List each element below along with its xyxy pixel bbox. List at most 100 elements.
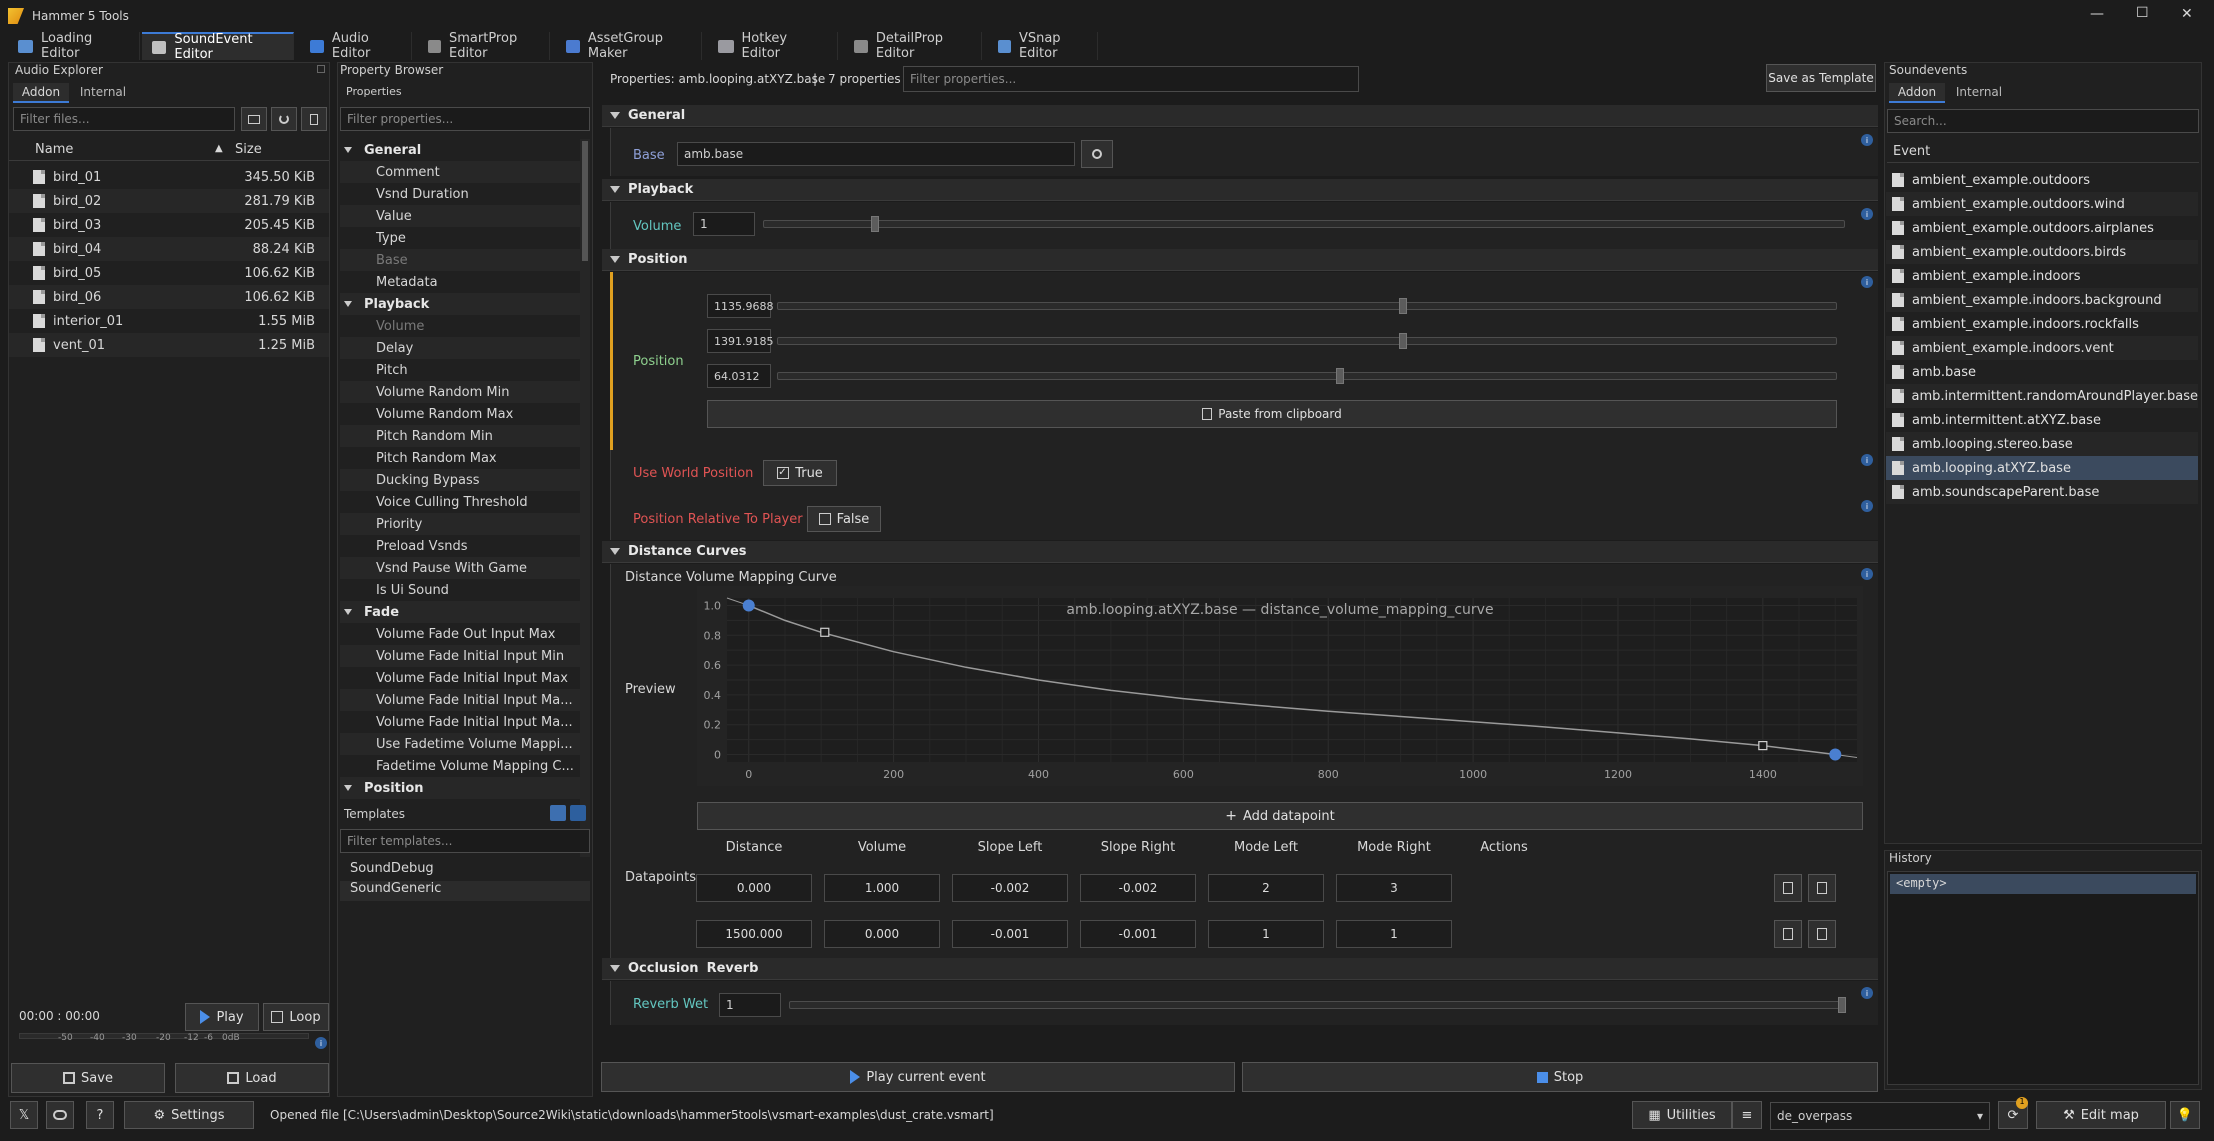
file-row[interactable]: vent_01 1.25 MiB [9, 333, 329, 357]
file-row[interactable]: bird_05 106.62 KiB [9, 261, 329, 285]
event-row[interactable]: amb.looping.atXYZ.base [1886, 456, 2198, 480]
template-item[interactable]: SoundGeneric [340, 881, 590, 901]
tab-hotkey-editor[interactable]: Hotkey Editor [708, 31, 838, 61]
info-icon[interactable]: i [1861, 568, 1873, 580]
position-x-input[interactable]: 1135.9688 [707, 294, 774, 318]
event-row[interactable]: ambient_example.indoors [1886, 264, 2198, 288]
slider-thumb[interactable] [1838, 997, 1846, 1013]
event-row[interactable]: amb.intermittent.randomAroundPlayer.base [1886, 384, 2198, 408]
file-row[interactable]: interior_01 1.55 MiB [9, 309, 329, 333]
event-row[interactable]: ambient_example.outdoors.birds [1886, 240, 2198, 264]
tab-detailprop-editor[interactable]: DetailProp Editor [844, 31, 982, 61]
datapoint-cell[interactable]: 1500.000 [696, 920, 812, 948]
tree-item[interactable]: Volume Fade Out Input Max [340, 623, 580, 645]
datapoint-cell[interactable]: -0.002 [952, 874, 1068, 902]
tab-audio-editor[interactable]: Audio Editor [300, 31, 412, 61]
filter-properties-input[interactable]: Filter properties... [903, 66, 1359, 92]
close-button[interactable]: ✕ [2181, 6, 2193, 22]
discord-button[interactable] [46, 1101, 74, 1129]
maximize-button[interactable]: ☐ [2136, 5, 2149, 21]
volume-slider[interactable] [763, 216, 1845, 232]
utilities-button[interactable]: ▦ Utilities [1632, 1101, 1732, 1129]
datapoint-cell[interactable]: 1.000 [824, 874, 940, 902]
reverb-input[interactable]: 1 [719, 993, 781, 1017]
event-row[interactable]: ambient_example.outdoors.wind [1886, 192, 2198, 216]
template-refresh-icon[interactable] [570, 805, 586, 821]
info-icon[interactable]: i [1861, 987, 1873, 999]
event-row[interactable]: amb.looping.stereo.base [1886, 432, 2198, 456]
event-row[interactable]: amb.base [1886, 360, 2198, 384]
relative-toggle[interactable]: False [807, 506, 881, 532]
position-z-slider[interactable] [777, 368, 1837, 384]
position-y-slider[interactable] [777, 333, 1837, 349]
tree-item[interactable]: Priority [340, 513, 580, 535]
section-distance-curves[interactable]: Distance Curves [602, 541, 1878, 563]
load-button[interactable]: Load [175, 1063, 329, 1093]
search-base-button[interactable] [1081, 140, 1113, 168]
filter-files-input[interactable]: Filter files... [13, 107, 235, 131]
section-playback[interactable]: Playback [602, 179, 1878, 201]
undock-icon[interactable] [317, 65, 325, 73]
tree-item[interactable]: Comment [340, 161, 580, 183]
reverb-slider[interactable] [789, 997, 1846, 1013]
info-icon[interactable]: i [1861, 134, 1873, 146]
play-current-event-button[interactable]: Play current event [601, 1062, 1235, 1092]
minimize-button[interactable]: — [2090, 6, 2104, 22]
save-as-template-button[interactable]: Save as Template [1766, 64, 1876, 92]
use-world-toggle[interactable]: ✓ True [763, 460, 837, 486]
position-x-slider[interactable] [777, 298, 1837, 314]
datapoint-cell[interactable]: -0.001 [952, 920, 1068, 948]
tree-item[interactable]: Ducking Bypass [340, 469, 580, 491]
info-icon[interactable]: i [315, 1037, 327, 1049]
subtab-internal[interactable]: Internal [73, 83, 133, 103]
tangent-handle[interactable] [1758, 741, 1768, 751]
tree-group[interactable]: General [340, 139, 580, 161]
datapoint-cell[interactable]: 1 [1336, 920, 1452, 948]
refresh-button[interactable] [271, 107, 297, 131]
loop-button[interactable]: Loop [263, 1003, 329, 1031]
base-input[interactable]: amb.base [677, 142, 1075, 166]
tangent-handle[interactable] [820, 627, 830, 637]
tree-scrollbar[interactable] [580, 139, 590, 857]
subtab-addon[interactable]: Addon [1889, 83, 1945, 103]
bookmark-button[interactable] [301, 107, 327, 131]
template-item[interactable]: SoundDebug [340, 861, 590, 881]
datapoint-marker[interactable] [742, 599, 755, 612]
copy-datapoint-button[interactable] [1808, 874, 1836, 902]
subtab-internal[interactable]: Internal [1949, 83, 2009, 103]
section-general[interactable]: General [602, 105, 1878, 127]
tree-item[interactable]: Fadetime Volume Mapping C... [340, 755, 580, 777]
info-icon[interactable]: i [1861, 454, 1873, 466]
help-button[interactable]: ? [86, 1101, 114, 1129]
edit-map-button[interactable]: ⚒ Edit map [2036, 1101, 2166, 1129]
tree-item[interactable]: Voice Culling Threshold [340, 491, 580, 513]
tree-item[interactable]: Volume [340, 315, 580, 337]
event-row[interactable]: ambient_example.indoors.rockfalls [1886, 312, 2198, 336]
subtab-addon[interactable]: Addon [13, 83, 69, 103]
file-row[interactable]: bird_03 205.45 KiB [9, 213, 329, 237]
filter-templates-input[interactable]: Filter templates... [340, 829, 590, 853]
column-name[interactable]: Name [35, 142, 73, 157]
slider-thumb[interactable] [871, 216, 879, 232]
search-events-input[interactable]: Search... [1887, 109, 2199, 133]
tree-group[interactable]: Fade [340, 601, 580, 623]
event-row[interactable]: amb.soundscapeParent.base [1886, 480, 2198, 504]
datapoint-cell[interactable]: -0.001 [1080, 920, 1196, 948]
tree-item[interactable]: Volume Fade Initial Input Ma... [340, 689, 580, 711]
tree-item[interactable]: Value [340, 205, 580, 227]
slider-thumb[interactable] [1399, 333, 1407, 349]
datapoint-cell[interactable]: 0.000 [824, 920, 940, 948]
tab-smartprop-editor[interactable]: SmartProp Editor [418, 31, 550, 61]
tree-item[interactable]: Pitch Random Min [340, 425, 580, 447]
paste-clipboard-button[interactable]: Paste from clipboard [707, 400, 1837, 428]
event-row[interactable]: ambient_example.indoors.vent [1886, 336, 2198, 360]
stop-button[interactable]: Stop [1242, 1062, 1878, 1092]
map-select[interactable]: de_overpass ▾ [1770, 1102, 1990, 1130]
scrollbar-thumb[interactable] [582, 141, 588, 261]
event-row[interactable]: ambient_example.outdoors [1886, 168, 2198, 192]
menu-button[interactable]: ≡ [1732, 1101, 1762, 1129]
distance-curve-chart[interactable]: 0 200 400 600 800 1000 1200 1400 1.0 0.8 0.6 0.4 0.2… [697, 586, 1863, 786]
play-button[interactable]: Play [185, 1003, 259, 1031]
slider-thumb[interactable] [1399, 298, 1407, 314]
tree-group[interactable]: Position [340, 777, 580, 799]
